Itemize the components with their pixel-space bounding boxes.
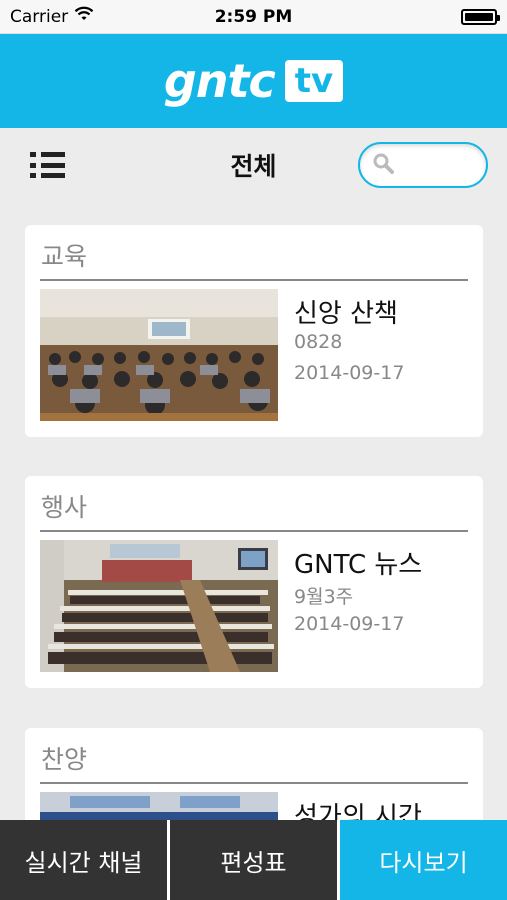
menu-list-icon[interactable]: [28, 148, 68, 182]
status-left: Carrier: [10, 6, 94, 27]
wifi-icon: [74, 6, 94, 27]
gntc-tv-logo: gntc tv: [163, 54, 344, 108]
battery-icon: [461, 8, 500, 25]
card-category: 찬양: [41, 745, 88, 774]
carrier-label: Carrier: [10, 6, 69, 27]
video-date: 2014-09-17: [294, 613, 405, 635]
card-divider: [40, 782, 468, 784]
toolbar: 전체: [0, 128, 507, 202]
card-category: 행사: [41, 493, 88, 522]
tab-schedule[interactable]: 편성표: [167, 820, 337, 900]
card-divider: [40, 530, 468, 532]
search-box[interactable]: [358, 142, 488, 188]
card-divider: [40, 279, 468, 281]
video-card[interactable]: 행사 GNTC 뉴스 9월3주 2014-09-17: [25, 476, 483, 688]
video-title: GNTC 뉴스: [294, 550, 423, 580]
app-header: gntc tv: [0, 34, 507, 128]
video-card[interactable]: 교육 신앙 산책 0828 2014-09-17: [25, 225, 483, 437]
page-title: 전체: [230, 152, 277, 181]
video-subtitle: 9월3주: [294, 586, 354, 608]
video-subtitle: 0828: [294, 331, 343, 353]
status-bar: Carrier 2:59 PM: [0, 0, 507, 34]
tab-replay[interactable]: 다시보기: [337, 820, 507, 900]
tab-live-channel[interactable]: 실시간 채널: [0, 820, 167, 900]
bottom-tab-bar: 실시간 채널 편성표 다시보기: [0, 820, 507, 900]
search-input[interactable]: [394, 155, 474, 175]
search-icon: [372, 152, 394, 178]
video-thumbnail[interactable]: [40, 289, 278, 421]
card-category: 교육: [41, 242, 88, 271]
logo-text: gntc: [163, 54, 276, 108]
video-date: 2014-09-17: [294, 362, 405, 384]
video-title: 신앙 산책: [294, 299, 398, 329]
video-thumbnail[interactable]: [40, 540, 278, 672]
logo-badge: tv: [284, 60, 344, 102]
